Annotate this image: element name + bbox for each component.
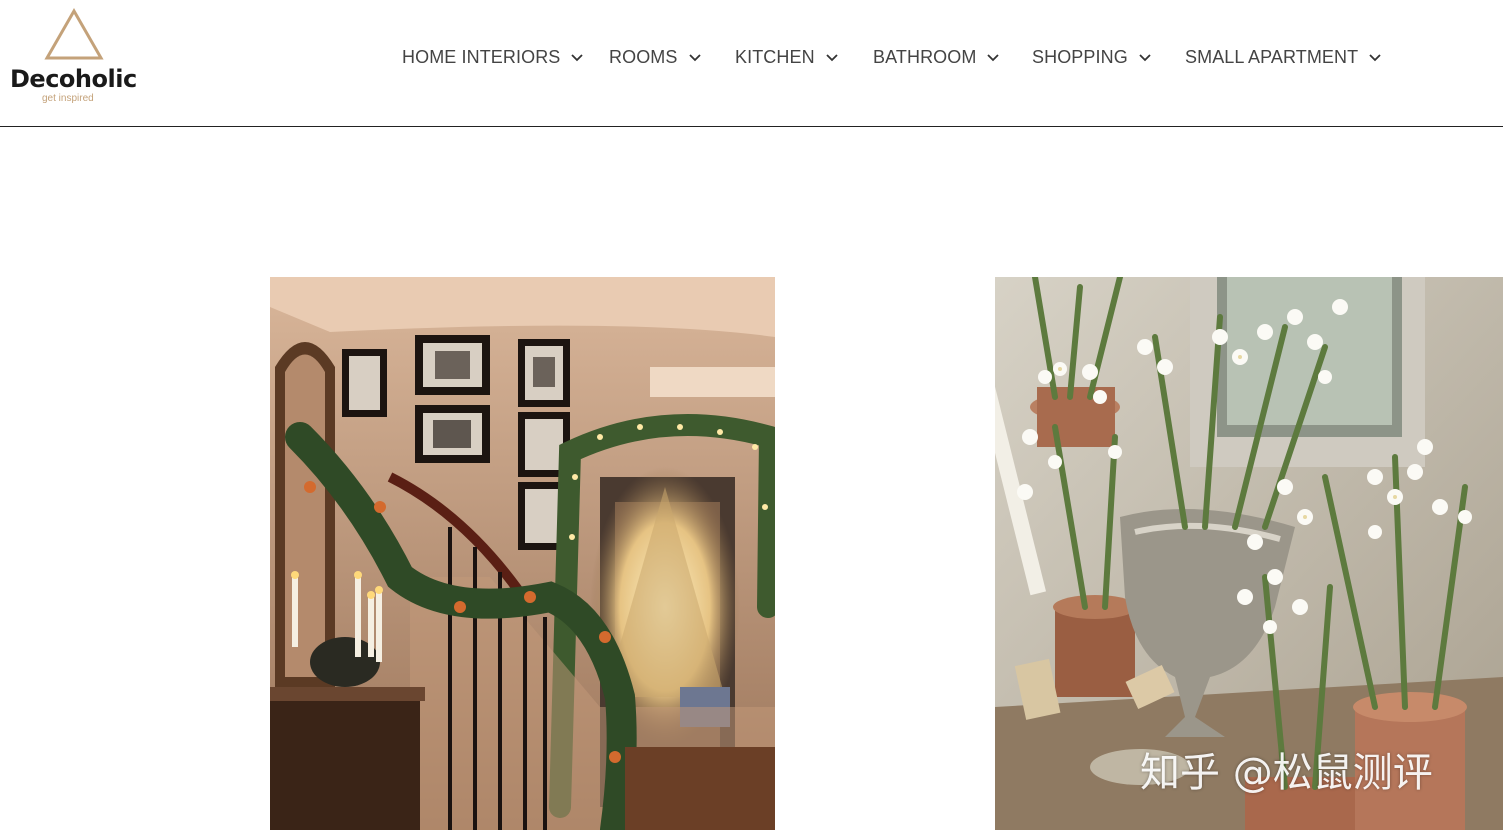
nav-item-label: SHOPPING	[1032, 46, 1128, 67]
watermark-text: 知乎 @松鼠测评	[1140, 750, 1433, 796]
nav-item-bathroom[interactable]: BATHROOM	[873, 44, 1000, 70]
christmas-staircase-photo[interactable]	[270, 277, 775, 830]
chevron-down-icon	[1139, 54, 1151, 62]
triangle-logo-icon	[44, 8, 104, 60]
nav-item-label: KITCHEN	[735, 46, 815, 67]
nav-item-label: HOME INTERIORS	[402, 46, 561, 67]
logo-tagline: get inspired	[42, 93, 94, 104]
staircase-image	[270, 277, 775, 830]
chevron-down-icon	[826, 54, 838, 62]
site-logo[interactable]: Decoholic get inspired	[10, 8, 140, 108]
chevron-down-icon	[571, 54, 584, 62]
chevron-down-icon	[1369, 54, 1381, 62]
nav-item-label: ROOMS	[609, 46, 678, 67]
logo-name: Decoholic	[10, 65, 137, 93]
chevron-down-icon	[688, 54, 701, 62]
nav-item-label: BATHROOM	[873, 46, 977, 67]
nav-item-kitchen[interactable]: KITCHEN	[735, 44, 839, 70]
nav-item-rooms[interactable]: ROOMS	[609, 44, 702, 70]
nav-item-shopping[interactable]: SHOPPING	[1032, 44, 1152, 70]
nav-item-home-interiors[interactable]: HOME INTERIORS	[402, 44, 584, 70]
nav-item-label: SMALL APARTMENT	[1185, 46, 1359, 67]
chevron-down-icon	[987, 54, 1000, 62]
nav-item-small-apartment[interactable]: SMALL APARTMENT	[1185, 44, 1382, 70]
site-header: Decoholic get inspired HOME INTERIORS RO…	[0, 0, 1503, 127]
